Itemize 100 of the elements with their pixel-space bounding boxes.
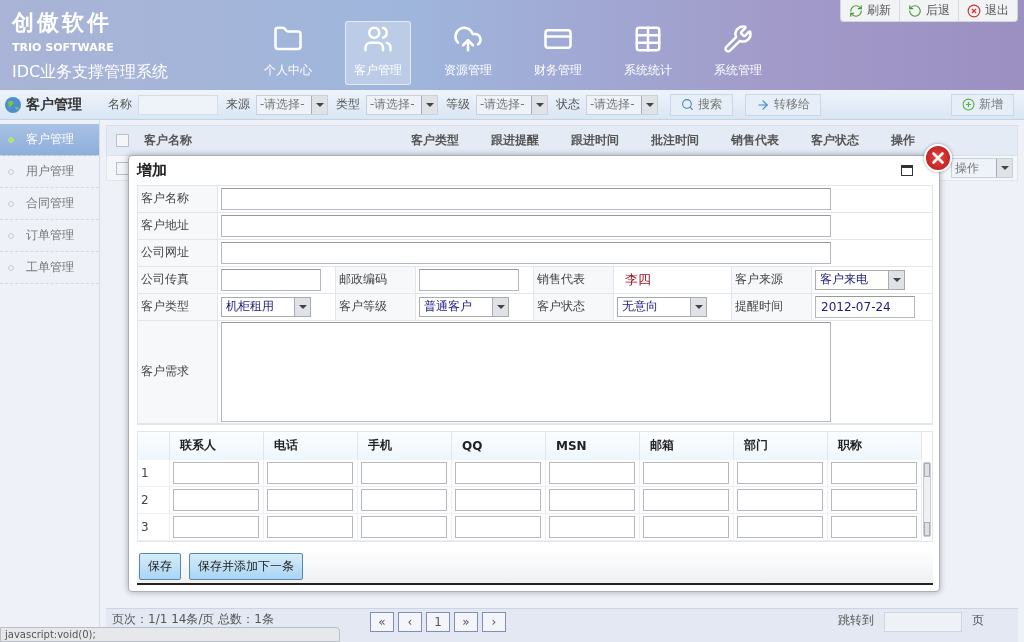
- input-field[interactable]: [173, 461, 259, 484]
- input-field[interactable]: [267, 488, 353, 511]
- input-field[interactable]: [643, 488, 729, 511]
- filter-select[interactable]: -请选择-: [476, 94, 548, 115]
- input-field[interactable]: [737, 488, 823, 511]
- nav-tab[interactable]: 财务管理: [525, 21, 591, 85]
- text-field[interactable]: [221, 214, 831, 237]
- filter-label: 来源: [226, 96, 250, 113]
- input-field[interactable]: [361, 488, 447, 511]
- sidebar-item[interactable]: 用户管理: [0, 156, 99, 188]
- filter-select[interactable]: -请选择-: [586, 94, 658, 115]
- refresh-icon: [849, 3, 863, 18]
- status-bar: javascript:void(0);: [0, 627, 340, 642]
- sidebar-item[interactable]: 工单管理: [0, 252, 99, 284]
- column-header: 邮箱: [640, 431, 734, 460]
- checkbox[interactable]: [116, 134, 129, 147]
- input-field[interactable]: [643, 515, 729, 538]
- select-field[interactable]: 客户来电: [815, 269, 905, 290]
- field-label: 客户来源: [732, 266, 812, 294]
- column-header: 客户类型: [410, 132, 460, 149]
- input-field[interactable]: [267, 515, 353, 538]
- row-number: 2: [138, 486, 170, 514]
- filter-label: 等级: [446, 96, 470, 113]
- text-field[interactable]: [221, 268, 321, 291]
- filter-select[interactable]: -请选择-: [256, 94, 328, 115]
- page-title: 客户管理: [26, 95, 82, 114]
- input-field[interactable]: [831, 461, 917, 484]
- input-field[interactable]: [361, 461, 447, 484]
- system-name: IDC业务支撑管理系统: [12, 62, 170, 83]
- text-field[interactable]: 2012-07-24: [815, 295, 915, 318]
- column-header: MSN: [546, 431, 640, 460]
- field-label: 客户地址: [138, 212, 218, 240]
- filter-label: 名称: [108, 96, 132, 113]
- select-field[interactable]: 普通客户: [419, 296, 509, 317]
- input-field[interactable]: [549, 488, 635, 511]
- input-field[interactable]: [455, 488, 541, 511]
- globe-icon: [4, 95, 22, 114]
- input-field[interactable]: [831, 488, 917, 511]
- field-label: 客户名称: [138, 185, 218, 213]
- field-label: 公司网址: [138, 239, 218, 267]
- page-field[interactable]: [884, 612, 962, 632]
- sidebar-item[interactable]: 订单管理: [0, 220, 99, 252]
- input-field[interactable]: [737, 461, 823, 484]
- text-field[interactable]: [419, 268, 519, 291]
- column-header: 跟进时间: [570, 132, 620, 149]
- column-header: 手机: [358, 431, 452, 460]
- top-button[interactable]: 后退: [899, 0, 958, 21]
- input-field[interactable]: [549, 515, 635, 538]
- input-field[interactable]: [361, 515, 447, 538]
- page-button[interactable]: ‹: [398, 612, 422, 632]
- select-field[interactable]: 机柜租用: [221, 296, 311, 317]
- search-button[interactable]: 搜索: [670, 93, 733, 116]
- field-label: 公司传真: [138, 266, 218, 294]
- column-header: 客户状态: [810, 132, 860, 149]
- add-button[interactable]: 新增: [951, 93, 1014, 116]
- scrollbar[interactable]: [923, 461, 931, 537]
- field-label: 销售代表: [534, 266, 614, 294]
- input-field[interactable]: [831, 515, 917, 538]
- row-number: 3: [138, 513, 170, 541]
- nav-tab[interactable]: 系统管理: [705, 21, 771, 85]
- input-field[interactable]: [455, 515, 541, 538]
- save-button[interactable]: 保存: [139, 552, 181, 580]
- name-field[interactable]: [138, 94, 218, 115]
- top-button[interactable]: 退出: [958, 0, 1017, 21]
- back-icon: [908, 3, 922, 18]
- select-field[interactable]: 无意向: [617, 296, 707, 317]
- column-header: 客户名称: [143, 132, 193, 149]
- input-field[interactable]: [643, 461, 729, 484]
- cloud-upload-icon: [453, 24, 483, 54]
- filter-select[interactable]: -请选择-: [366, 94, 438, 115]
- jump-label: 跳转到: [838, 612, 874, 629]
- grid-icon: [633, 24, 663, 54]
- action-select[interactable]: 操作: [951, 158, 1013, 178]
- field-value: 李四: [624, 270, 651, 289]
- text-field[interactable]: [221, 241, 831, 264]
- row-number: 1: [138, 459, 170, 487]
- column-header: QQ: [452, 431, 546, 460]
- transfer-button[interactable]: 转移给: [745, 93, 821, 116]
- page-button[interactable]: «: [370, 612, 394, 632]
- page-button[interactable]: ›: [482, 612, 506, 632]
- input-field[interactable]: [173, 515, 259, 538]
- field-label: 邮政编码: [336, 266, 416, 294]
- column-header: 批注时间: [650, 132, 700, 149]
- sidebar-item[interactable]: 合同管理: [0, 188, 99, 220]
- input-field[interactable]: [173, 488, 259, 511]
- column-header: 职称: [828, 431, 922, 460]
- column-header: 销售代表: [730, 132, 780, 149]
- input-field[interactable]: [267, 461, 353, 484]
- column-header: 跟进提醒: [490, 132, 540, 149]
- page-button[interactable]: »: [454, 612, 478, 632]
- maximize-icon[interactable]: [901, 164, 913, 176]
- page-button[interactable]: 1: [426, 612, 450, 632]
- text-area[interactable]: [221, 321, 831, 422]
- nav-tab[interactable]: 系统统计: [615, 21, 681, 85]
- top-button[interactable]: 刷新: [841, 0, 899, 21]
- save-next-button[interactable]: 保存并添加下一条: [189, 552, 303, 580]
- input-field[interactable]: [455, 461, 541, 484]
- input-field[interactable]: [549, 461, 635, 484]
- input-field[interactable]: [737, 515, 823, 538]
- text-field[interactable]: [221, 187, 831, 210]
